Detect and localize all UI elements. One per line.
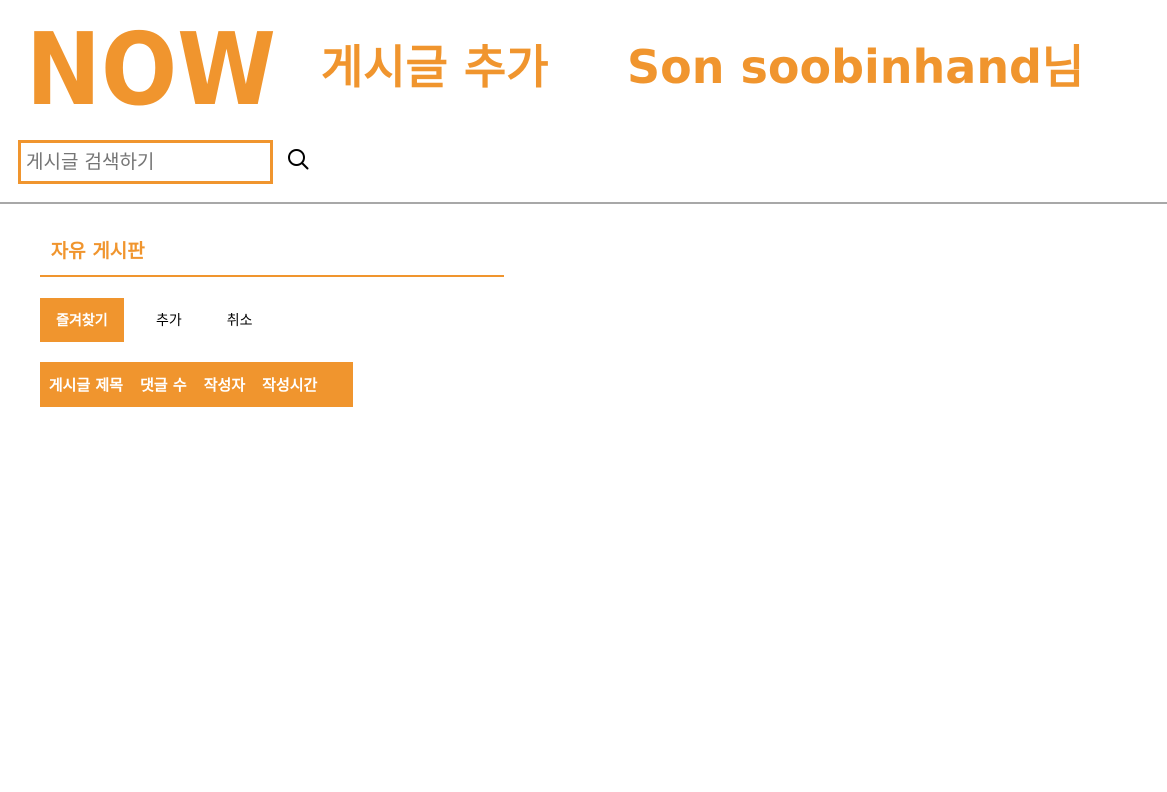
post-table-header: 게시글 제목 댓글 수 작성자 작성시간 [40,362,353,407]
column-header-title[interactable]: 게시글 제목 [49,374,123,395]
board-title: 자유 게시판 [51,240,146,262]
action-row: 즐겨찾기 추가 취소 [40,298,253,342]
board-section: 자유 게시판 [40,224,504,277]
logo-text: NOW [26,20,276,110]
user-greeting: Son soobinhand님 [627,40,1085,94]
add-button[interactable]: 추가 [156,298,182,342]
search-input[interactable] [18,140,273,184]
column-header-author[interactable]: 작성자 [204,374,245,395]
column-header-time[interactable]: 작성시간 [262,374,317,395]
search-icon [288,149,309,170]
board-title-bar: 자유 게시판 [40,224,504,277]
search-button[interactable] [284,145,312,173]
column-header-comments[interactable]: 댓글 수 [140,374,187,395]
cancel-button[interactable]: 취소 [227,298,253,342]
favorite-button[interactable]: 즐겨찾기 [40,298,124,342]
now-logo[interactable]: NOW [26,20,278,110]
page-header: NOW 게시글 추가 Son soobinhand님 [0,0,1167,204]
page-title: 게시글 추가 [321,40,549,94]
